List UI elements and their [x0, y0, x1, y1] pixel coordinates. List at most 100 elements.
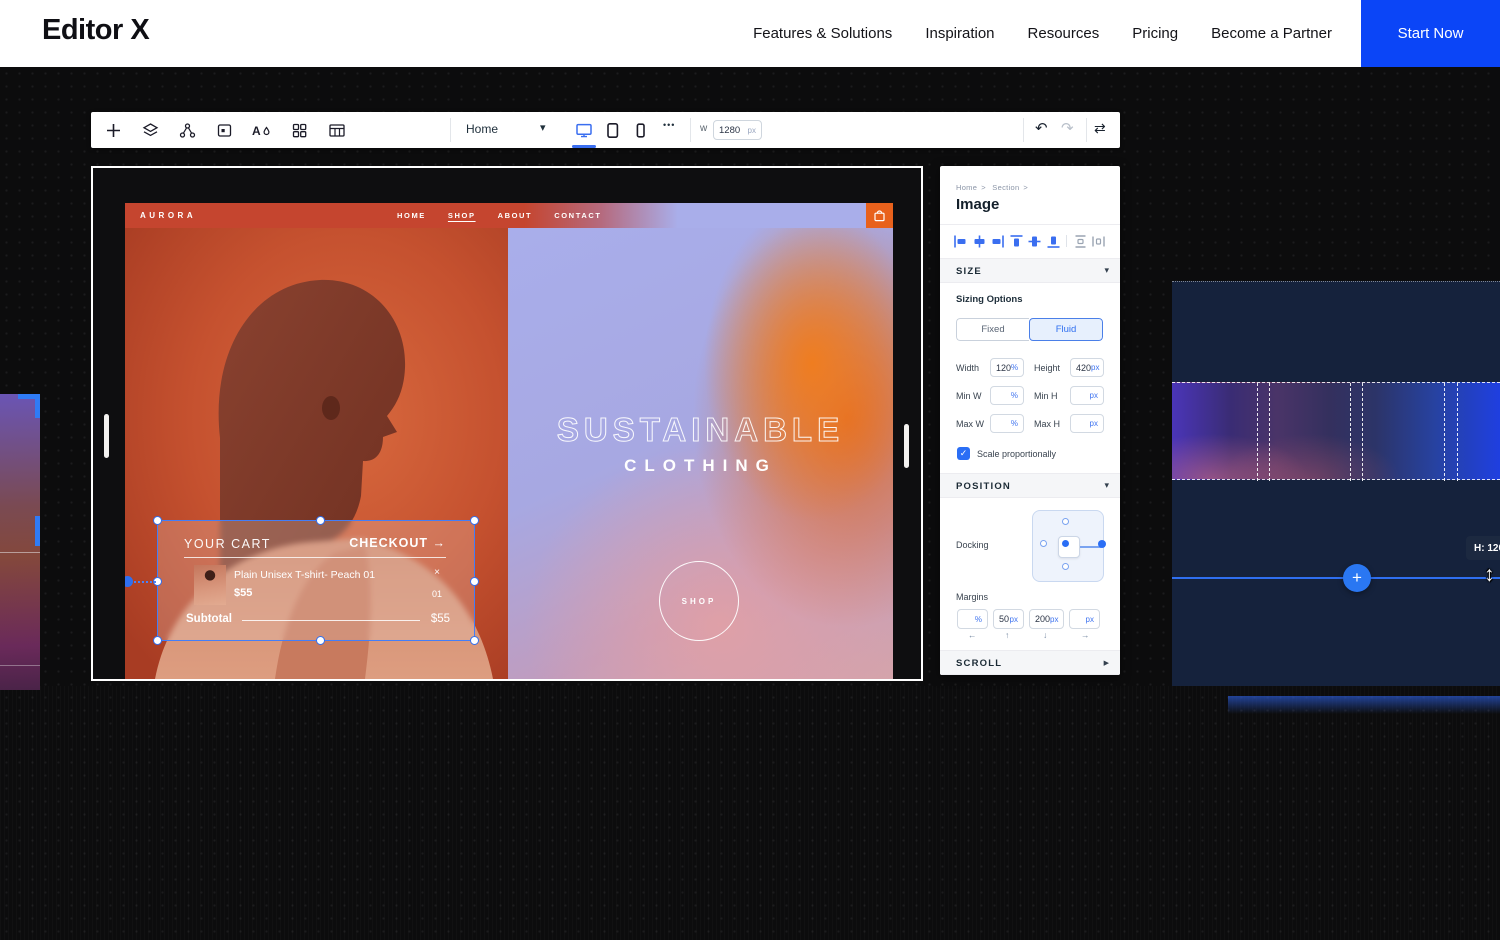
chevron-down-icon: ▾ [1104, 480, 1109, 491]
align-left-icon[interactable] [953, 234, 968, 249]
size-section-header[interactable]: SIZE ▾ [940, 258, 1120, 283]
bottom-gradient [0, 686, 1500, 940]
nav-item-features[interactable]: Features & Solutions [753, 25, 892, 42]
transfer-breakpoint-icon[interactable]: ⇄ [1094, 120, 1106, 137]
margin-bottom-value: 200 [1035, 614, 1050, 624]
max-width-input[interactable]: % [990, 414, 1024, 433]
cart-overlay[interactable]: YOUR CART CHECKOUT → Plain Unisex T-shir… [157, 520, 475, 641]
distribute-vertical-icon[interactable] [1073, 234, 1088, 249]
breakpoint-mobile-button[interactable] [631, 121, 649, 139]
site-menu-home[interactable]: HOME [397, 211, 426, 220]
nav-item-inspiration[interactable]: Inspiration [925, 25, 994, 42]
page-selector[interactable]: Home [466, 122, 498, 136]
canvas-width-input[interactable]: 1280 px [713, 120, 762, 140]
cart-item-price: $55 [234, 587, 252, 599]
layouters-button[interactable] [328, 121, 346, 139]
design-canvas: AURORA HOME SHOP ABOUT CONTACT [91, 166, 923, 681]
node-graph-icon [179, 122, 196, 139]
add-section-plus-button[interactable]: + [1343, 564, 1371, 592]
active-breakpoint-underline [572, 145, 596, 148]
breadcrumb-home[interactable]: Home [956, 183, 977, 192]
selection-edge-icon [35, 516, 40, 546]
min-width-input[interactable]: % [990, 386, 1024, 405]
desktop-icon [575, 122, 593, 139]
layers-button[interactable] [141, 121, 159, 139]
site-logo[interactable]: AURORA [140, 211, 196, 220]
right-canvas-fragment[interactable] [1172, 281, 1500, 686]
canvas-left-drag-handle[interactable] [104, 414, 109, 458]
resize-cursor-icon: ↕ [1484, 563, 1495, 587]
checkout-link[interactable]: CHECKOUT → [349, 536, 446, 550]
width-input[interactable]: 120 % [990, 358, 1024, 377]
resize-handle[interactable] [316, 516, 325, 525]
text-styles-button[interactable]: A [252, 121, 270, 139]
dock-bottom-dot[interactable] [1062, 563, 1069, 570]
dock-top-dot[interactable] [1062, 518, 1069, 525]
dock-right-dot[interactable] [1098, 540, 1106, 548]
distribute-horizontal-icon[interactable] [1091, 234, 1106, 249]
sizing-fixed-option[interactable]: Fixed [956, 318, 1029, 341]
column-guide [1444, 383, 1445, 481]
align-bottom-icon[interactable] [1046, 234, 1061, 249]
sizing-fluid-option[interactable]: Fluid [1029, 318, 1103, 341]
scale-proportionally-checkbox[interactable]: ✓ [957, 447, 970, 460]
website-design[interactable]: AURORA HOME SHOP ABOUT CONTACT [125, 203, 893, 679]
quick-add-button[interactable] [290, 121, 308, 139]
section-resize-line[interactable] [1172, 577, 1500, 579]
start-now-button[interactable]: Start Now [1361, 0, 1500, 67]
nav-item-resources[interactable]: Resources [1028, 25, 1100, 42]
resize-handle[interactable] [153, 636, 162, 645]
height-input[interactable]: 420 px [1070, 358, 1104, 377]
margin-bottom-input[interactable]: 200 px [1029, 609, 1064, 629]
site-menu-contact[interactable]: CONTACT [554, 211, 601, 220]
margin-top-input[interactable]: 50 px [993, 609, 1024, 629]
breadcrumb-section[interactable]: Section [992, 183, 1019, 192]
dock-left-dot[interactable] [1040, 540, 1047, 547]
toolbar-divider [450, 118, 451, 142]
hero-gradient-section[interactable]: SUSTAINABLE CLOTHING SHOP [508, 228, 893, 679]
align-center-horizontal-icon[interactable] [972, 234, 987, 249]
position-section-title: POSITION [956, 481, 1011, 492]
site-menu-about[interactable]: ABOUT [498, 211, 533, 220]
interactions-button[interactable] [178, 121, 196, 139]
align-top-icon[interactable] [1009, 234, 1024, 249]
site-cart-button[interactable] [866, 203, 893, 228]
resize-handle[interactable] [470, 516, 479, 525]
breakpoint-tablet-button[interactable] [603, 121, 621, 139]
resize-handle[interactable] [316, 636, 325, 645]
grid-section[interactable] [1172, 382, 1500, 480]
shop-circle-button[interactable]: SHOP [659, 561, 739, 641]
margin-right-input[interactable]: px [1069, 609, 1100, 629]
align-right-icon[interactable] [990, 234, 1005, 249]
breakpoint-desktop-button[interactable] [575, 121, 593, 139]
resize-handle[interactable] [470, 636, 479, 645]
site-menu-shop[interactable]: SHOP [448, 211, 476, 220]
nav-links: Features & Solutions Inspiration Resourc… [753, 0, 1332, 67]
docking-dashed-line [134, 581, 156, 583]
scroll-section-header[interactable]: SCROLL ▶ [940, 650, 1120, 675]
margin-left-input[interactable]: % [957, 609, 988, 629]
add-section-button[interactable] [215, 121, 233, 139]
max-height-input[interactable]: px [1070, 414, 1104, 433]
redo-icon[interactable]: ↷ [1061, 119, 1074, 137]
site-header[interactable]: AURORA HOME SHOP ABOUT CONTACT [125, 203, 893, 228]
dock-center-dot[interactable] [1062, 540, 1069, 547]
align-center-vertical-icon[interactable] [1027, 234, 1042, 249]
add-element-button[interactable] [104, 121, 122, 139]
undo-icon[interactable]: ↶ [1035, 119, 1048, 137]
nav-item-partner[interactable]: Become a Partner [1211, 25, 1332, 42]
left-canvas-fragment[interactable] [0, 394, 40, 690]
more-breakpoints-button[interactable]: ••• [663, 120, 675, 130]
maxh-field-label: Max H [1034, 419, 1060, 429]
resize-handle[interactable] [470, 577, 479, 586]
editor-x-logo[interactable]: Editor X [42, 14, 149, 47]
remove-item-icon[interactable]: × [434, 567, 440, 578]
canvas-right-drag-handle[interactable] [904, 424, 909, 468]
min-height-input[interactable]: px [1070, 386, 1104, 405]
nav-item-pricing[interactable]: Pricing [1132, 25, 1178, 42]
resize-handle[interactable] [153, 516, 162, 525]
chevron-down-icon[interactable]: ▾ [540, 121, 546, 134]
docking-widget[interactable] [1032, 510, 1104, 582]
plus-icon [105, 122, 122, 139]
position-section-header[interactable]: POSITION ▾ [940, 473, 1120, 498]
